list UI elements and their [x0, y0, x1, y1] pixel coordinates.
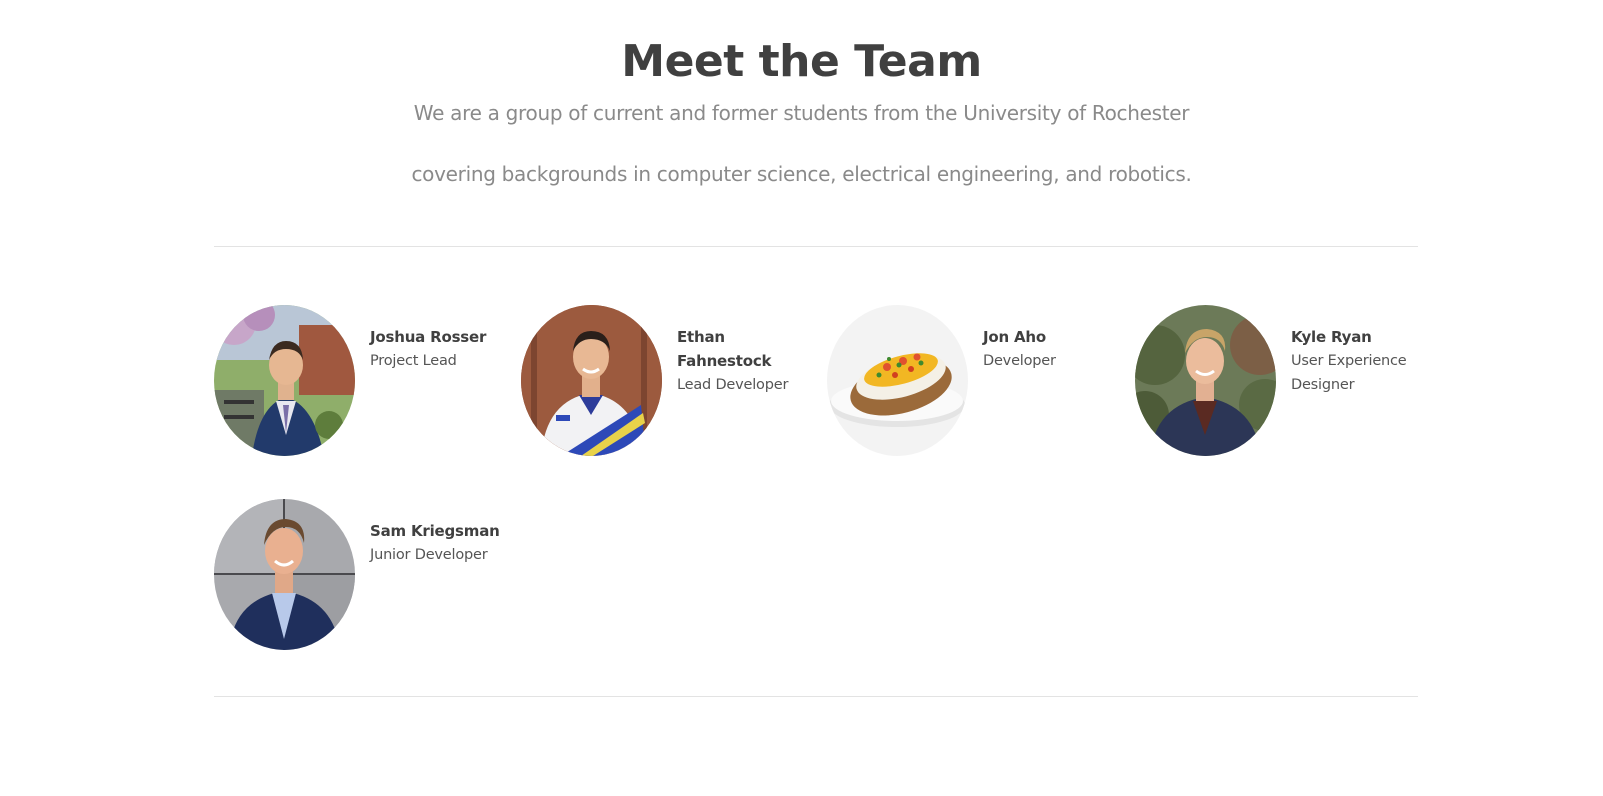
subtitle-line-1: We are a group of current and former stu…	[413, 101, 1190, 125]
member-photo	[214, 305, 355, 456]
team-member-card: Ethan Fahnestock Lead Developer	[521, 305, 821, 457]
team-member-card: Sam Kriegsman Junior Developer	[214, 499, 514, 651]
member-name: Kyle Ryan	[1291, 328, 1372, 346]
subtitle-line-2: covering backgrounds in computer science…	[411, 162, 1192, 186]
member-name: Sam Kriegsman	[370, 522, 500, 540]
member-name: Ethan Fahnestock	[677, 328, 772, 370]
member-name: Jon Aho	[983, 328, 1046, 346]
top-divider	[214, 246, 1418, 247]
member-photo	[1135, 305, 1276, 456]
member-role: User Experience Designer	[1291, 353, 1407, 393]
member-role: Project Lead	[370, 353, 457, 369]
member-photo	[521, 305, 662, 456]
member-photo	[827, 305, 968, 456]
page-title: Meet the Team	[621, 36, 982, 87]
member-role: Lead Developer	[677, 377, 789, 393]
team-member-card: Jon Aho Developer	[827, 305, 1127, 457]
team-member-card: Kyle Ryan User Experience Designer	[1135, 305, 1435, 457]
member-role: Junior Developer	[370, 547, 488, 563]
member-role: Developer	[983, 353, 1056, 369]
bottom-divider	[214, 696, 1418, 697]
team-member-card: Joshua Rosser Project Lead	[214, 305, 514, 457]
member-photo	[214, 499, 355, 650]
member-name: Joshua Rosser	[370, 328, 487, 346]
